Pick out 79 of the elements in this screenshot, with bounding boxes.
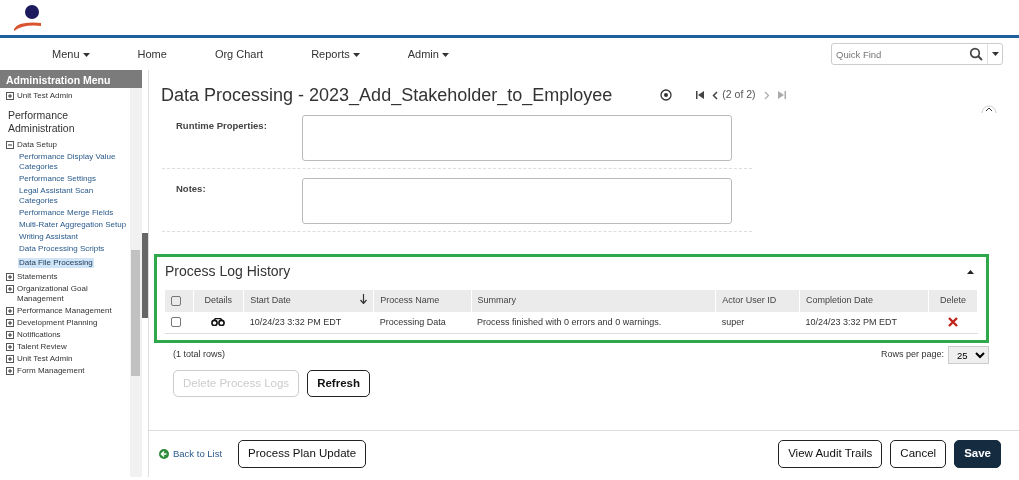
expand-icon[interactable] (6, 273, 14, 281)
table-cell: super (715, 311, 800, 334)
expand-icon[interactable] (6, 319, 14, 327)
sidebar-item[interactable]: Unit Test Admin (6, 354, 132, 364)
back-icon (159, 449, 169, 459)
previous-icon[interactable] (712, 90, 719, 100)
nav-link[interactable]: Admin (407, 45, 449, 63)
footer-button[interactable]: Save (954, 440, 1001, 468)
sidebar-item[interactable]: Organizational Goal Management (6, 284, 132, 304)
sidebar-link[interactable]: Performance Display Value Categories (18, 152, 132, 172)
column-header[interactable]: Summary (471, 290, 716, 312)
row-checkbox[interactable] (171, 317, 181, 328)
sidebar-link[interactable]: Legal Assistant Scan Categories (18, 186, 132, 206)
search-icon[interactable] (969, 47, 983, 61)
logo (12, 3, 42, 32)
sort-arrow-icon[interactable] (360, 294, 368, 304)
binoculars-icon[interactable] (211, 318, 226, 327)
caret-icon (82, 52, 90, 57)
caret-icon (352, 52, 360, 57)
footer-button[interactable]: Process Plan Update (238, 440, 367, 468)
table-cell: 10/24/23 3:32 PM EDT (243, 311, 374, 334)
nav-link[interactable]: Menu (52, 45, 90, 63)
sidebar-item[interactable]: Development Planning (6, 318, 132, 328)
rows-per-page-select[interactable]: 25 (948, 346, 989, 364)
row-count: (1 total rows) (173, 348, 225, 362)
sidebar-link[interactable]: Data Processing Scripts (18, 244, 132, 254)
column-header[interactable]: Completion Date (799, 290, 929, 312)
nav-link[interactable]: Home (137, 45, 167, 63)
footer-button[interactable]: Cancel (890, 440, 947, 468)
select-all-checkbox[interactable] (171, 295, 181, 306)
sidebar-link[interactable]: Performance Merge Fields (18, 208, 132, 218)
sidebar-item[interactable]: Data Setup (6, 140, 132, 150)
column-header[interactable]: Start Date (243, 290, 374, 312)
sidebar-item[interactable]: Performance Management (6, 306, 132, 316)
expand-icon[interactable] (6, 285, 14, 293)
column-header[interactable]: Details (193, 290, 244, 312)
sidebar-item[interactable]: Notifications (6, 330, 132, 340)
table-cell: 10/24/23 3:32 PM EDT (799, 311, 929, 334)
nav-link[interactable]: Reports (311, 45, 360, 63)
column-header[interactable]: Actor User ID (715, 290, 800, 312)
first-page-icon[interactable] (696, 91, 705, 99)
column-header[interactable]: Delete (928, 290, 978, 312)
expand-icon[interactable] (6, 331, 14, 339)
sidebar-title: Administration Menu (0, 70, 142, 88)
sidebar-link[interactable]: Data File Processing (18, 258, 94, 268)
sidebar-item[interactable]: Unit Test Admin (6, 91, 132, 101)
sidebar-item[interactable]: Form Management (6, 366, 132, 376)
expand-icon[interactable] (6, 92, 14, 100)
collapse-handle[interactable] (142, 233, 148, 318)
table-cell: Processing Data (373, 311, 472, 334)
collapse-caret-icon[interactable] (967, 269, 974, 274)
footer-button[interactable]: View Audit Trails (778, 440, 883, 468)
column-header[interactable]: Process Name (373, 290, 472, 312)
table-cell: Process finished with 0 errors and 0 warnings. (471, 311, 716, 334)
nav-link[interactable]: Org Chart (214, 45, 264, 63)
rows-per-page-label: Rows per page: (880, 348, 944, 362)
sidebar-link[interactable]: Multi-Rater Aggregation Setup (18, 220, 132, 230)
sidebar-heading: Performance Administration (8, 109, 76, 135)
sidebar-item[interactable]: Talent Review (6, 342, 132, 352)
expand-icon[interactable] (6, 307, 14, 315)
caret-icon[interactable] (992, 52, 999, 56)
field-label: Runtime Properties: (175, 119, 268, 133)
expand-icon[interactable] (6, 355, 14, 363)
sidebar-item[interactable]: Statements (6, 272, 132, 282)
expand-icon[interactable] (6, 367, 14, 375)
sidebar-link[interactable]: Performance Settings (18, 174, 132, 184)
pager-text: (2 of 2) (722, 87, 756, 103)
quick-find-field[interactable]: Quick Find (831, 43, 1003, 65)
delete-icon[interactable] (948, 317, 959, 328)
caret-icon (441, 52, 449, 57)
scrollbar[interactable] (130, 88, 142, 477)
log-button[interactable]: Refresh (307, 370, 370, 398)
section-title: Process Log History (165, 262, 291, 281)
expand-icon[interactable] (6, 343, 14, 351)
page-title: Data Processing - 2023_Add_Stakeholder_to_Employee (161, 83, 613, 108)
collapse-icon[interactable] (6, 141, 14, 149)
field-label: Notes: (175, 182, 207, 196)
sidebar-link[interactable]: Writing Assistant (18, 232, 132, 242)
back-link[interactable]: Back to List (159, 446, 223, 462)
